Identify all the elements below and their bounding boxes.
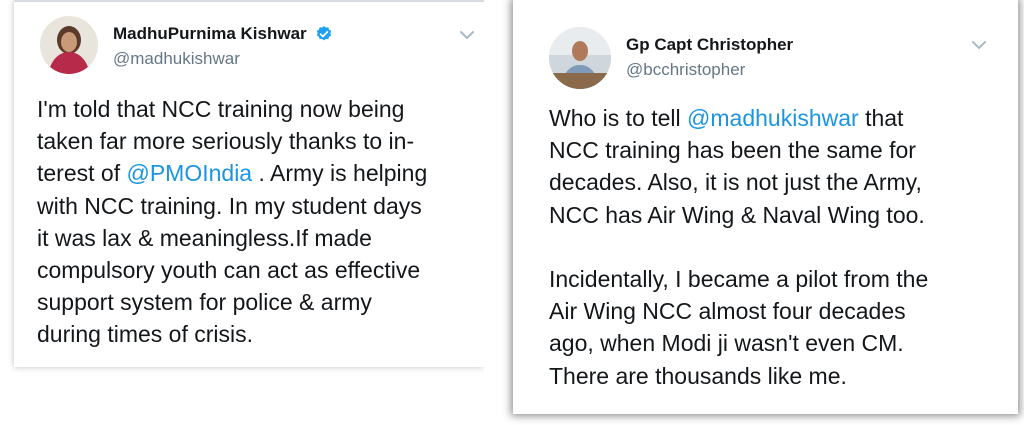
tweet-line: ago, when Modi ji wasn't even CM. — [549, 327, 1009, 359]
tweet-line: during times of crisis. — [37, 318, 482, 350]
tweet-line: Air Wing NCC almost four decades — [549, 295, 1009, 327]
tweet-card-right: Gp Capt Christopher @bcchristopher Who i… — [513, 0, 1018, 414]
tweet-text-segment: Air Wing NCC almost four decades — [549, 298, 906, 325]
tweet-line: with NCC training. In my student days — [37, 190, 482, 222]
avatar[interactable] — [549, 27, 611, 89]
tweet-line: terest of @PMOIndia . Army is helping — [37, 157, 482, 189]
tweet-line: Who is to tell @madhukishwar that — [549, 102, 1009, 134]
tweet-text-segment: NCC training has been the same for — [549, 137, 916, 164]
verified-badge-icon — [316, 26, 332, 41]
tweet-text-segment: There are thousands like me. — [549, 362, 847, 389]
tweet-line: compulsory youth can act as effective — [37, 254, 482, 286]
tweet-text: Who is to tell @madhukishwar that NCC tra… — [549, 102, 1009, 392]
tweet-text: I'm told that NCC training now being take… — [37, 93, 482, 351]
tweet-text-segment: support system for police & army — [37, 289, 372, 316]
tweet-line: Incidentally, I became a pilot from the — [549, 263, 1009, 295]
tweet-text-segment: Who is to tell — [549, 105, 688, 131]
tweet-text-segment: with NCC training. In my student days — [37, 192, 422, 219]
tweet-text-segment: I'm told that NCC training now being — [37, 96, 405, 122]
tweet-text-segment: . Army is helping — [252, 160, 428, 187]
tweet-line: NCC training has been the same for — [549, 134, 1009, 166]
tweet-text-segment: that — [858, 105, 904, 131]
tweet-line: I'm told that NCC training now being — [37, 93, 482, 125]
tweet-line: taken far more seriously thanks to in- — [37, 125, 482, 157]
avatar[interactable] — [40, 16, 98, 74]
tweet-text-segment: taken far more seriously thanks to in- — [37, 128, 415, 155]
tweet-line: NCC has Air Wing & Naval Wing too. — [549, 199, 1009, 231]
author-name[interactable]: MadhuPurnima Kishwar — [113, 24, 307, 44]
mention-link[interactable]: @PMOIndia — [126, 160, 252, 186]
chevron-down-icon[interactable] — [459, 30, 475, 40]
tweet-line: support system for police & army — [37, 286, 482, 318]
tweet-text-segment: compulsory youth can act as effective — [37, 256, 421, 283]
tweet-text-segment: during times of crisis. — [37, 321, 254, 348]
tweet-text-segment: it was lax & meaningless.If made — [37, 224, 372, 251]
author-handle[interactable]: @bcchristopher — [626, 60, 745, 80]
gutter — [484, 0, 513, 425]
chevron-down-icon[interactable] — [971, 40, 987, 50]
mention-link[interactable]: @madhukishwar — [687, 105, 859, 131]
paragraph-break — [549, 231, 1009, 263]
tweet-text-segment: decades. Also, it is not just the Army, — [549, 169, 922, 196]
tweet-text-segment: terest of — [37, 160, 127, 187]
tweet-text-segment: NCC has Air Wing & Naval Wing too. — [549, 201, 925, 228]
tweet-line: There are thousands like me. — [549, 360, 1009, 392]
tweet-line: decades. Also, it is not just the Army, — [549, 166, 1009, 198]
author-name[interactable]: Gp Capt Christopher — [626, 35, 793, 55]
tweet-text-segment: ago, when Modi ji wasn't even CM. — [549, 330, 904, 357]
tweet-card-left: MadhuPurnima Kishwar @madhukishwar I'm t… — [14, 0, 484, 367]
tweet-text-segment: Incidentally, I became a pilot from the — [549, 265, 929, 292]
author-handle[interactable]: @madhukishwar — [113, 49, 240, 69]
tweet-line: it was lax & meaningless.If made — [37, 222, 482, 254]
